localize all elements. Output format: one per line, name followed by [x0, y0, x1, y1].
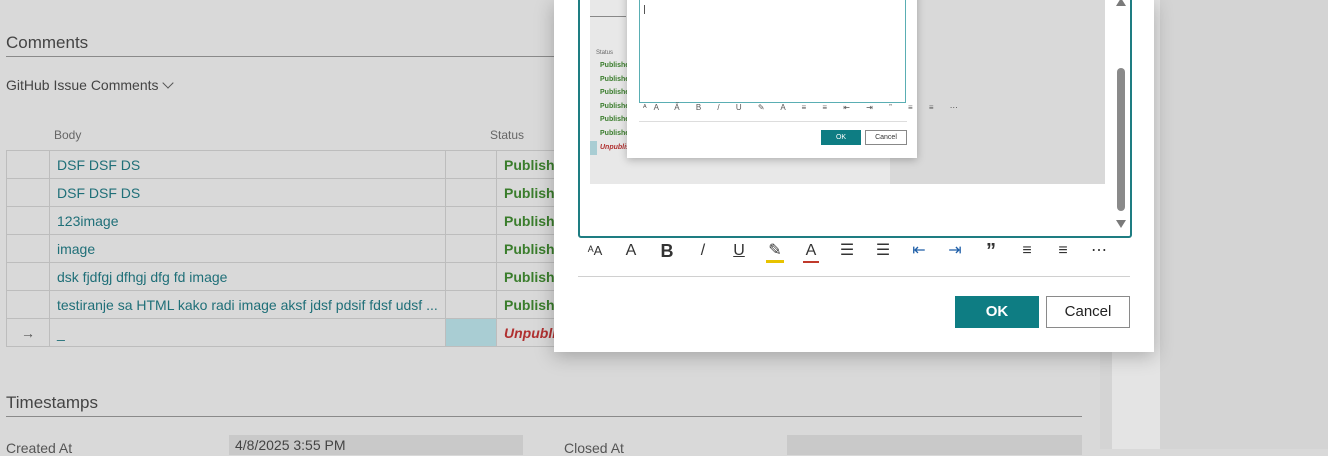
body-cell[interactable]: testiranje sa HTML kako radi image aksf … — [49, 290, 446, 319]
created-at-label: Created At — [6, 440, 73, 456]
body-cell[interactable]: image — [49, 234, 446, 263]
table-row[interactable]: image Published — [6, 234, 589, 263]
row-marker[interactable] — [6, 262, 50, 291]
preview-status-label: Status — [596, 50, 614, 56]
preview-caret — [644, 5, 645, 14]
font-size-icon[interactable]: ᴬA — [582, 238, 608, 264]
chevron-down-icon — [161, 77, 174, 89]
comments-section-title: Comments — [6, 33, 89, 52]
preview-cancel-button: Cancel — [865, 130, 907, 145]
grow-font-icon[interactable]: A — [618, 238, 644, 264]
column-header-body[interactable]: Body — [54, 128, 81, 142]
body-cell[interactable]: DSF DSF DS — [49, 178, 446, 207]
empty-cell[interactable] — [445, 262, 497, 291]
table-row[interactable]: DSF DSF DS Published — [6, 150, 589, 179]
row-marker[interactable] — [6, 290, 50, 319]
ok-button[interactable]: OK — [955, 296, 1039, 328]
column-header-status[interactable]: Status — [490, 128, 524, 142]
font-color-icon[interactable]: A — [803, 238, 819, 263]
row-marker[interactable] — [6, 234, 50, 263]
numbering-icon[interactable]: ☰ — [870, 238, 896, 264]
align-center-icon[interactable]: ≡ — [1050, 238, 1076, 264]
outdent-icon[interactable]: ⇤ — [906, 238, 932, 264]
sub-link-label: GitHub Issue Comments — [6, 77, 159, 93]
row-marker[interactable] — [6, 150, 50, 179]
rich-text-editor[interactable]: Status Published Published Published Pub… — [578, 0, 1132, 238]
table-row-new[interactable]: → _ Unpublished — [6, 318, 589, 347]
comments-table: DSF DSF DS Published DSF DSF DS Publishe… — [6, 150, 589, 347]
table-row[interactable]: 123image Published — [6, 206, 589, 235]
bullets-icon[interactable]: ☰ — [834, 238, 860, 264]
row-marker[interactable] — [6, 178, 50, 207]
row-marker[interactable] — [6, 206, 50, 235]
preview-divider — [639, 121, 907, 122]
selected-cell[interactable] — [445, 318, 497, 347]
timestamps-section-title: Timestamps — [6, 393, 98, 412]
preview-toolbar: ᴬA A̋ B / U ✎ A ≡ ≡ ⇤ ⇥ ” ≡ ≡ ⋯ — [643, 103, 965, 112]
more-options-icon[interactable]: ⋯ — [1086, 238, 1112, 264]
cancel-button[interactable]: Cancel — [1046, 296, 1130, 328]
embedded-screenshot-image: Status Published Published Published Pub… — [590, 0, 1105, 184]
italic-icon[interactable]: / — [690, 238, 716, 264]
current-row-arrow-icon[interactable]: → — [6, 318, 50, 347]
body-cell[interactable]: dsk fjdfgj dfhgj dfg fd image — [49, 262, 446, 291]
timestamps-divider — [6, 416, 1082, 417]
preview-ok-button: OK — [821, 130, 861, 145]
dialog-divider — [578, 276, 1130, 277]
empty-cell[interactable] — [445, 178, 497, 207]
editor-scrollbar[interactable] — [1115, 0, 1127, 234]
rich-text-dialog: Status Published Published Published Pub… — [554, 0, 1154, 352]
preview-dialog: ᴬA A̋ B / U ✎ A ≡ ≡ ⇤ ⇥ ” ≡ ≡ ⋯ OK Cance… — [627, 0, 958, 158]
underline-icon[interactable]: U — [726, 238, 752, 264]
empty-cell[interactable] — [445, 290, 497, 319]
table-row[interactable]: DSF DSF DS Published — [6, 178, 589, 207]
closed-at-field[interactable] — [787, 435, 1082, 455]
body-cell[interactable]: _ — [49, 318, 446, 347]
empty-cell[interactable] — [445, 206, 497, 235]
table-row[interactable]: dsk fjdfgj dfhgj dfg fd image Published — [6, 262, 589, 291]
empty-cell[interactable] — [445, 150, 497, 179]
formatting-toolbar: ᴬA A B / U ✎ A ☰ ☰ ⇤ ⇥ ” ≡ ≡ ⋯ — [580, 238, 1130, 264]
preview-divider — [590, 16, 626, 17]
created-at-field[interactable]: 4/8/2025 3:55 PM — [229, 435, 523, 455]
preview-selected-cell — [590, 141, 597, 155]
highlight-icon[interactable]: ✎ — [766, 238, 784, 263]
scroll-up-icon[interactable] — [1116, 0, 1126, 6]
comments-divider — [6, 56, 554, 57]
bold-icon[interactable]: B — [654, 238, 680, 264]
closed-at-label: Closed At — [564, 440, 624, 456]
body-cell[interactable]: DSF DSF DS — [49, 150, 446, 179]
github-issue-comments-menu[interactable]: GitHub Issue Comments — [6, 77, 174, 93]
preview-editor — [639, 0, 906, 103]
table-row[interactable]: testiranje sa HTML kako radi image aksf … — [6, 290, 589, 319]
scroll-down-icon[interactable] — [1116, 220, 1126, 228]
empty-cell[interactable] — [445, 234, 497, 263]
quote-icon[interactable]: ” — [978, 238, 1004, 264]
align-left-icon[interactable]: ≡ — [1014, 238, 1040, 264]
indent-icon[interactable]: ⇥ — [942, 238, 968, 264]
body-cell[interactable]: 123image — [49, 206, 446, 235]
scroll-thumb[interactable] — [1117, 68, 1125, 211]
